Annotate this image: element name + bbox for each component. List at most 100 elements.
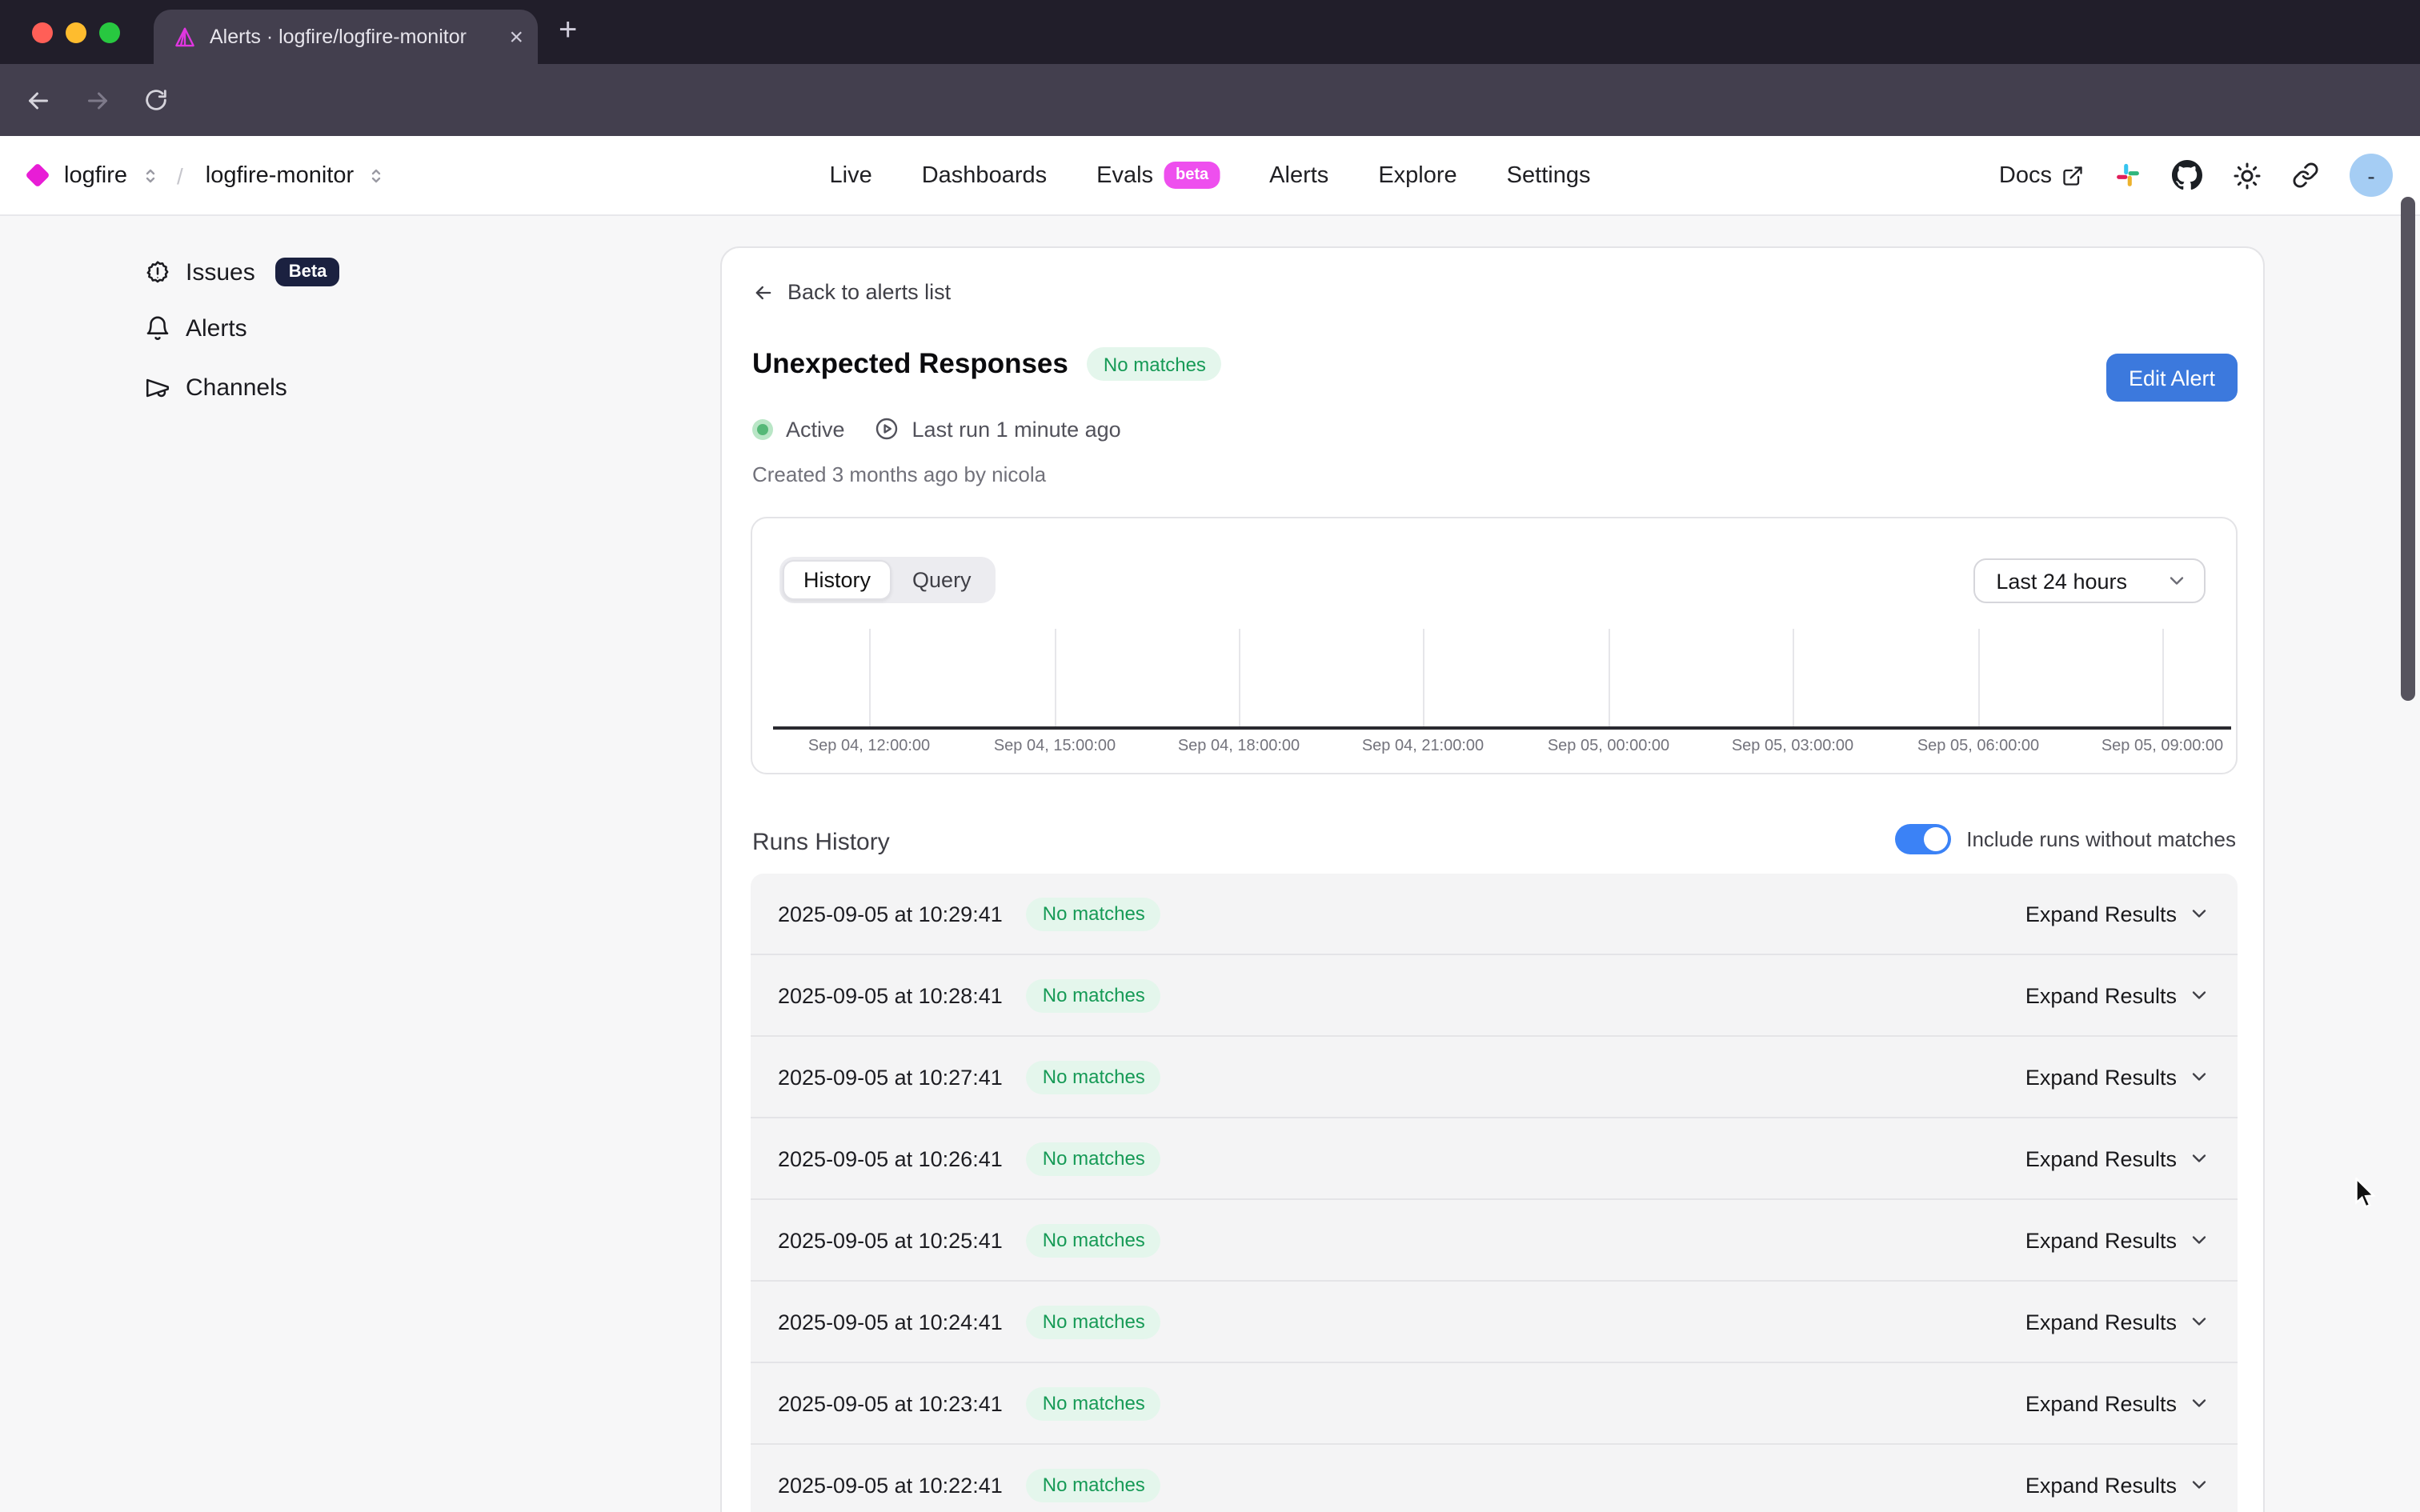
expand-results-button[interactable]: Expand Results	[2025, 1228, 2210, 1252]
expand-results-button[interactable]: Expand Results	[2025, 1146, 2210, 1170]
run-timestamp: 2025-09-05 at 10:22:41	[778, 1473, 1003, 1497]
run-match-badge: No matches	[1027, 897, 1161, 930]
nav-live[interactable]: Live	[830, 162, 872, 188]
forward-nav-icon[interactable]	[83, 86, 112, 114]
close-tab-icon[interactable]: ×	[509, 25, 523, 49]
run-timestamp: 2025-09-05 at 10:28:41	[778, 983, 1003, 1007]
run-timestamp: 2025-09-05 at 10:29:41	[778, 902, 1003, 926]
runs-history-title: Runs History	[752, 829, 890, 856]
created-by-label: Created 3 months ago by nicola	[752, 462, 1046, 486]
project-switcher[interactable]: logfire-monitor	[206, 162, 354, 188]
megaphone-icon	[144, 374, 171, 402]
alert-status-row: Active Last run 1 minute ago	[752, 416, 1121, 442]
chart-gridline	[1978, 629, 1980, 726]
chevron-down-icon	[2188, 902, 2210, 925]
issues-badge-alert-icon	[144, 258, 171, 286]
alert-detail-card: Back to alerts list Unexpected Responses…	[720, 246, 2265, 1512]
x-tick-label: Sep 05, 06:00:00	[1874, 738, 2082, 755]
org-chevrons-icon[interactable]	[140, 166, 159, 185]
nav-settings[interactable]: Settings	[1507, 162, 1591, 188]
include-runs-toggle[interactable]	[1894, 824, 1950, 854]
nav-dashboards[interactable]: Dashboards	[922, 162, 1047, 188]
browser-tab-strip: Alerts · logfire/logfire-monitor × +	[0, 0, 2420, 64]
tab-query[interactable]: Query	[891, 560, 992, 600]
x-tick-label: Sep 05, 03:00:00	[1689, 738, 1897, 755]
user-avatar[interactable]: -	[2350, 154, 2393, 197]
github-icon[interactable]	[2172, 160, 2202, 190]
close-window-button[interactable]	[32, 22, 53, 43]
run-row: 2025-09-05 at 10:24:41 No matches Expand…	[751, 1282, 2238, 1363]
expand-results-button[interactable]: Expand Results	[2025, 1310, 2210, 1334]
include-runs-toggle-label: Include runs without matches	[1966, 827, 2236, 851]
time-range-value: Last 24 hours	[1996, 569, 2127, 593]
expand-results-button[interactable]: Expand Results	[2025, 902, 2210, 926]
runs-list: 2025-09-05 at 10:29:41 No matches Expand…	[751, 874, 2238, 1512]
run-timestamp: 2025-09-05 at 10:23:41	[778, 1391, 1003, 1415]
chart-x-axis	[773, 726, 2231, 730]
tab-history[interactable]: History	[783, 560, 891, 600]
chart-gridline	[1055, 629, 1056, 726]
page-title: Unexpected Responses	[752, 347, 1068, 381]
chart-gridline	[1423, 629, 1424, 726]
main-nav: Live Dashboards Evals beta Alerts Explor…	[830, 136, 1591, 214]
x-tick-label: Sep 04, 21:00:00	[1319, 738, 1527, 755]
theme-sun-icon[interactable]	[2233, 161, 2262, 190]
share-link-icon[interactable]	[2292, 162, 2319, 189]
expand-results-button[interactable]: Expand Results	[2025, 1391, 2210, 1415]
history-chart-card: History Query Last 24 hours Sep 04, 12:0…	[751, 517, 2238, 774]
arrow-left-icon	[752, 281, 775, 303]
nav-evals[interactable]: Evals beta	[1096, 162, 1220, 189]
x-tick-label: Sep 05, 00:00:00	[1504, 738, 1713, 755]
new-tab-button[interactable]: +	[559, 13, 577, 50]
last-run-label: Last run 1 minute ago	[912, 417, 1121, 441]
logfire-logo-icon	[25, 162, 50, 187]
back-nav-icon[interactable]	[24, 86, 53, 114]
run-match-badge: No matches	[1027, 1468, 1161, 1502]
browser-tab[interactable]: Alerts · logfire/logfire-monitor ×	[154, 10, 538, 64]
chart-gridline	[1793, 629, 1794, 726]
external-link-icon	[2061, 164, 2084, 186]
page-content: Issues Beta Alerts Channels Back to aler…	[0, 216, 2420, 1512]
back-to-alerts-link[interactable]: Back to alerts list	[752, 280, 951, 304]
project-chevrons-icon[interactable]	[367, 166, 386, 185]
run-timestamp: 2025-09-05 at 10:27:41	[778, 1065, 1003, 1089]
x-tick-label: Sep 04, 18:00:00	[1135, 738, 1343, 755]
breadcrumb: logfire / logfire-monitor	[29, 136, 386, 214]
run-row: 2025-09-05 at 10:28:41 No matches Expand…	[751, 955, 2238, 1037]
play-circle-icon	[874, 416, 899, 442]
edit-alert-button[interactable]: Edit Alert	[2106, 354, 2238, 402]
bell-icon	[144, 315, 171, 342]
sidebar-item-channels[interactable]: Channels	[144, 374, 287, 402]
reload-icon[interactable]	[142, 86, 170, 114]
run-match-badge: No matches	[1027, 1142, 1161, 1175]
expand-results-button[interactable]: Expand Results	[2025, 983, 2210, 1007]
docs-link[interactable]: Docs	[1999, 162, 2084, 188]
page-scrollbar-thumb[interactable]	[2401, 197, 2415, 701]
chevron-down-icon	[2188, 1147, 2210, 1170]
zoom-window-button[interactable]	[99, 22, 120, 43]
app-header: logfire / logfire-monitor Live Dashboard…	[0, 136, 2420, 216]
nav-alerts[interactable]: Alerts	[1269, 162, 1328, 188]
time-range-select[interactable]: Last 24 hours	[1973, 558, 2206, 603]
minimize-window-button[interactable]	[66, 22, 86, 43]
run-match-badge: No matches	[1027, 1060, 1161, 1094]
nav-explore[interactable]: Explore	[1378, 162, 1456, 188]
slack-icon[interactable]	[2114, 162, 2142, 189]
chevron-down-icon	[2188, 1474, 2210, 1496]
evals-beta-badge: beta	[1164, 162, 1220, 189]
expand-results-button[interactable]: Expand Results	[2025, 1473, 2210, 1497]
run-row: 2025-09-05 at 10:26:41 No matches Expand…	[751, 1118, 2238, 1200]
expand-results-button[interactable]: Expand Results	[2025, 1065, 2210, 1089]
chevron-down-icon	[2188, 1310, 2210, 1333]
sidebar-item-alerts[interactable]: Alerts	[144, 315, 247, 342]
run-match-badge: No matches	[1027, 1386, 1161, 1420]
run-timestamp: 2025-09-05 at 10:26:41	[778, 1146, 1003, 1170]
sidebar-item-issues[interactable]: Issues Beta	[144, 258, 339, 286]
chevron-down-icon	[2188, 1066, 2210, 1088]
org-switcher[interactable]: logfire	[64, 162, 127, 188]
run-row: 2025-09-05 at 10:22:41 No matches Expand…	[751, 1445, 2238, 1512]
sidebar-item-label: Issues	[186, 258, 255, 286]
run-match-badge: No matches	[1027, 978, 1161, 1012]
chevron-down-icon	[2188, 1392, 2210, 1414]
active-label: Active	[786, 417, 845, 441]
